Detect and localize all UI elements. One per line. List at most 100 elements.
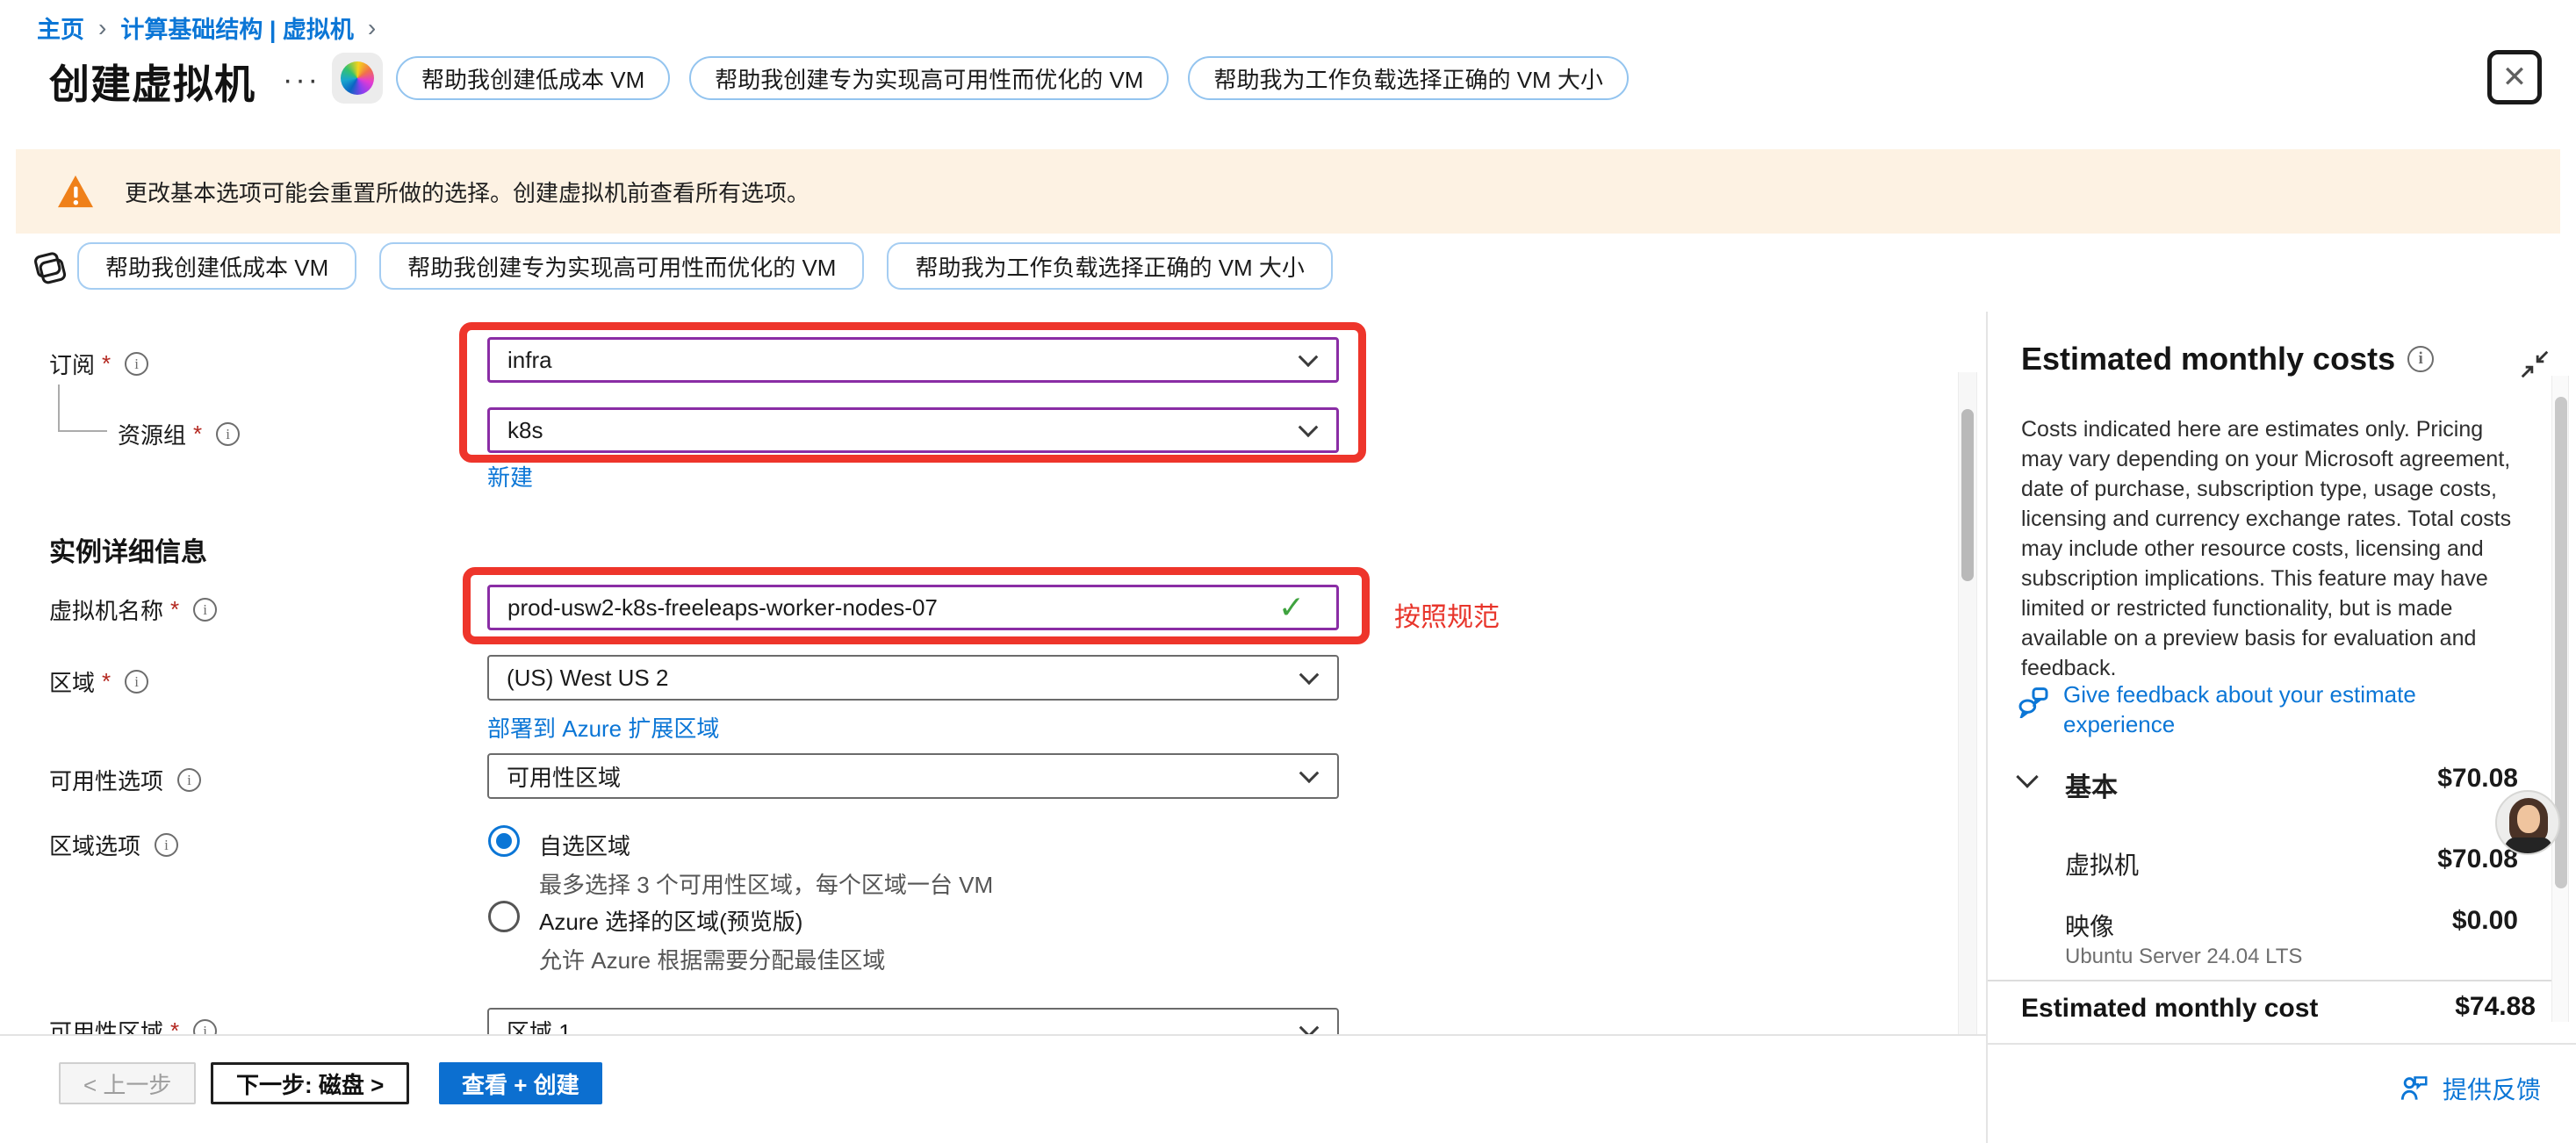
vm-name-input[interactable]: prod-usw2-k8s-freeleaps-worker-nodes-07 … <box>487 585 1339 630</box>
chevron-down-icon <box>1299 417 1319 437</box>
region-dropdown[interactable]: (US) West US 2 <box>487 655 1339 701</box>
zone-option-self-select-description: 最多选择 3 个可用性区域，每个区域一台 VM <box>539 867 993 900</box>
copilot-suggestion-right-size-2[interactable]: 帮助我为工作负载选择正确的 VM 大小 <box>887 242 1332 290</box>
breadcrumb: 主页 › 计算基础结构 | 虚拟机 › <box>37 11 376 45</box>
valid-check-icon: ✓ <box>1278 589 1305 626</box>
resource-group-dropdown[interactable]: k8s <box>487 407 1339 453</box>
info-icon[interactable]: i <box>125 670 148 694</box>
copilot-suggestion-high-availability[interactable]: 帮助我创建专为实现高可用性而优化的 VM <box>689 56 1169 100</box>
tree-connector-vertical <box>58 385 60 430</box>
subscription-label-row: 订阅 * i <box>49 348 148 380</box>
info-icon[interactable]: i <box>155 833 178 857</box>
warning-icon <box>56 174 95 209</box>
cost-item-image-value: $0.00 <box>2283 906 2518 936</box>
avatar-body <box>2505 837 2552 855</box>
estimate-feedback-link[interactable]: Give feedback about your estimate experi… <box>2063 679 2485 739</box>
info-icon[interactable]: i <box>216 422 240 446</box>
cost-panel-divider <box>1986 312 1988 1143</box>
subscription-label: 订阅 <box>49 348 95 380</box>
more-options-ellipsis[interactable]: ··· <box>283 63 320 97</box>
zone-option-azure-select-label[interactable]: Azure 选择的区域(预览版) <box>539 904 802 937</box>
region-value: (US) West US 2 <box>507 665 668 692</box>
cost-panel-title-row: Estimated monthly costs i <box>2021 341 2434 377</box>
subscription-dropdown[interactable]: infra <box>487 337 1339 383</box>
cost-item-vm-value: $70.08 <box>2283 845 2518 874</box>
collapse-icon[interactable] <box>2518 348 2551 381</box>
resource-group-label-row: 资源组 * i <box>118 418 240 450</box>
cost-total-value: $74.88 <box>2248 992 2536 1022</box>
zone-option-self-select-radio[interactable] <box>488 825 520 857</box>
vm-name-value: prod-usw2-k8s-freeleaps-worker-nodes-07 <box>507 594 938 622</box>
cost-panel-title: Estimated monthly costs <box>2021 341 2395 377</box>
zone-option-azure-select-radio[interactable] <box>488 901 520 932</box>
wizard-footer: < 上一步 下一步: 磁盘 > 查看 + 创建 <box>0 1034 1986 1143</box>
breadcrumb-home[interactable]: 主页 <box>37 11 84 45</box>
chevron-down-icon <box>1299 665 1320 685</box>
info-icon[interactable]: i <box>177 768 201 792</box>
panel-scrollbar-track[interactable] <box>2551 376 2569 1022</box>
main-scrollbar-track[interactable] <box>1958 372 1977 1034</box>
close-icon: ✕ <box>2502 62 2528 92</box>
chevron-down-icon[interactable] <box>2016 766 2038 787</box>
deploy-extended-zone-link[interactable]: 部署到 Azure 扩展区域 <box>487 711 719 744</box>
give-feedback-link[interactable]: 提供反馈 <box>2397 1071 2541 1106</box>
availability-options-value: 可用性区域 <box>507 760 621 793</box>
cost-group-value: $70.08 <box>2283 764 2518 794</box>
zone-option-self-select-label[interactable]: 自选区域 <box>539 829 630 861</box>
required-asterisk: * <box>102 350 111 377</box>
main-scrollbar-thumb[interactable] <box>1961 409 1974 581</box>
copilot-suggestion-right-size[interactable]: 帮助我为工作负载选择正确的 VM 大小 <box>1188 56 1628 100</box>
cost-item-image-label: 映像 <box>2065 908 2114 943</box>
breadcrumb-separator-icon: › <box>98 14 106 42</box>
copilot-suggestion-low-cost-2[interactable]: 帮助我创建低成本 VM <box>77 242 356 290</box>
warning-text: 更改基本选项可能会重置所做的选择。创建虚拟机前查看所有选项。 <box>125 176 809 208</box>
close-button[interactable]: ✕ <box>2487 50 2542 104</box>
cost-group-label[interactable]: 基本 <box>2065 766 2118 804</box>
presenter-avatar <box>2495 790 2560 855</box>
copilot-suggestions-row: 帮助我创建低成本 VM 帮助我创建专为实现高可用性而优化的 VM 帮助我为工作负… <box>396 56 1629 100</box>
tree-connector-horizontal <box>58 430 107 432</box>
resource-group-label: 资源组 <box>118 418 186 450</box>
person-feedback-icon <box>2397 1072 2430 1105</box>
copilot-outline-icon <box>30 248 70 288</box>
subscription-value: infra <box>507 347 552 374</box>
cost-item-vm-label: 虚拟机 <box>2065 846 2139 881</box>
info-icon[interactable]: i <box>193 598 217 622</box>
vm-name-label: 虚拟机名称 <box>49 593 163 626</box>
copilot-suggestion-high-availability-2[interactable]: 帮助我创建专为实现高可用性而优化的 VM <box>379 242 864 290</box>
availability-options-label-row: 可用性选项 i <box>49 764 201 796</box>
warning-banner: 更改基本选项可能会重置所做的选择。创建虚拟机前查看所有选项。 <box>16 149 2560 234</box>
copilot-suggestions-row-2: 帮助我创建低成本 VM 帮助我创建专为实现高可用性而优化的 VM 帮助我为工作负… <box>77 242 1333 290</box>
create-new-resource-group-link[interactable]: 新建 <box>487 460 533 492</box>
instance-details-section-title: 实例详细信息 <box>49 530 207 569</box>
region-label-row: 区域 * i <box>49 665 148 698</box>
zone-option-azure-select-description: 允许 Azure 根据需要分配最佳区域 <box>539 943 885 975</box>
required-asterisk: * <box>170 596 179 623</box>
info-icon[interactable]: i <box>125 352 148 376</box>
cost-panel-description: Costs indicated here are estimates only.… <box>2021 414 2518 683</box>
next-step-disks-button[interactable]: 下一步: 磁盘 > <box>211 1062 409 1104</box>
region-label: 区域 <box>49 665 95 698</box>
avatar-face <box>2517 805 2540 833</box>
panel-footer: 提供反馈 <box>1988 1043 2576 1143</box>
availability-options-dropdown[interactable]: 可用性区域 <box>487 753 1339 799</box>
review-create-button[interactable]: 查看 + 创建 <box>439 1062 602 1104</box>
breadcrumb-compute-vm[interactable]: 计算基础结构 | 虚拟机 <box>120 11 354 45</box>
copilot-suggestion-low-cost[interactable]: 帮助我创建低成本 VM <box>396 56 670 100</box>
copilot-button[interactable] <box>332 53 383 104</box>
previous-step-button[interactable]: < 上一步 <box>59 1062 196 1104</box>
availability-options-label: 可用性选项 <box>49 764 163 796</box>
resource-group-value: k8s <box>507 417 543 444</box>
required-asterisk: * <box>193 421 202 448</box>
required-asterisk: * <box>102 668 111 695</box>
page-title: 创建虚拟机 <box>49 53 255 111</box>
give-feedback-label: 提供反馈 <box>2443 1071 2541 1106</box>
cost-item-image-sublabel: Ubuntu Server 24.04 LTS <box>2065 945 2302 969</box>
feedback-bubbles-icon <box>2016 683 2051 718</box>
breadcrumb-separator-icon: › <box>368 14 376 42</box>
zone-options-label: 区域选项 <box>49 829 140 861</box>
cost-panel-rule <box>1988 980 2551 981</box>
vm-name-label-row: 虚拟机名称 * i <box>49 593 217 626</box>
zone-options-label-row: 区域选项 i <box>49 829 178 861</box>
info-icon[interactable]: i <box>2407 346 2434 372</box>
